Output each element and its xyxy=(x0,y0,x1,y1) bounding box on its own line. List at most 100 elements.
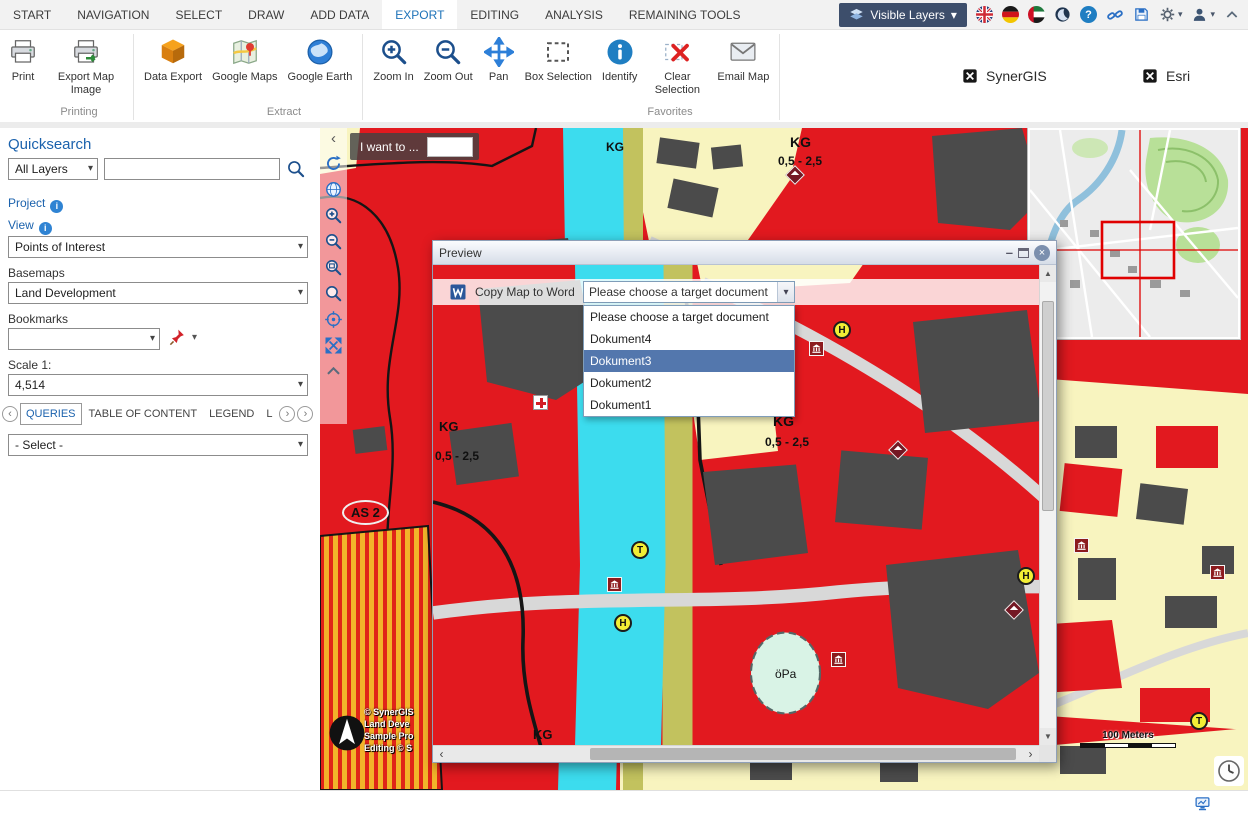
tab-truncated[interactable]: L xyxy=(261,404,277,424)
clear-selection-button[interactable]: Clear Selection xyxy=(642,34,712,98)
vertical-scroll-thumb[interactable] xyxy=(1042,301,1054,511)
share-link-icon[interactable] xyxy=(1106,6,1124,24)
tabs-scroll-right-button[interactable]: › xyxy=(279,406,295,422)
language-uk-flag-icon[interactable] xyxy=(976,6,993,23)
menu-draw[interactable]: DRAW xyxy=(235,0,297,29)
preview-horizontal-scrollbar[interactable]: ‹ › xyxy=(433,745,1039,762)
globe-projection-icon[interactable] xyxy=(323,178,345,200)
synergis-brand-link[interactable]: SynerGIS xyxy=(962,68,1047,84)
add-bookmark-pin-icon[interactable] xyxy=(168,328,187,347)
help-icon[interactable]: ? xyxy=(1080,6,1097,23)
zoom-out-tool-icon[interactable] xyxy=(323,230,345,252)
settings-gear-button[interactable]: ▾ xyxy=(1159,6,1183,23)
email-map-button[interactable]: Email Map xyxy=(712,34,774,86)
preview-dialog-titlebar[interactable]: Preview – × xyxy=(433,241,1056,265)
museum-icon xyxy=(809,341,824,356)
map-canvas[interactable]: KG KG 0,5 - 2,5 AS 2 T ‹ I want to ... xyxy=(320,128,1248,790)
language-german-flag-icon[interactable] xyxy=(1002,6,1019,23)
pan-button[interactable]: Pan xyxy=(478,34,520,86)
caret-down-icon: ▾ xyxy=(298,439,303,450)
zoom-box-tool-icon[interactable] xyxy=(323,256,345,278)
identify-button[interactable]: Identify xyxy=(597,34,642,86)
basemaps-select[interactable]: Land Development▾ xyxy=(8,282,308,304)
quicksearch-input[interactable] xyxy=(104,158,280,180)
previous-extent-tool-icon[interactable] xyxy=(323,282,345,304)
group-label-extract: Extract xyxy=(158,106,410,122)
scroll-up-arrow-icon[interactable]: ▲ xyxy=(1040,265,1056,282)
export-map-image-button[interactable]: Export Map Image xyxy=(44,34,128,98)
save-icon[interactable] xyxy=(1133,6,1150,23)
top-menubar: START NAVIGATION SELECT DRAW ADD DATA EX… xyxy=(0,0,1248,30)
user-account-button[interactable]: ▾ xyxy=(1191,6,1215,23)
tab-legend[interactable]: LEGEND xyxy=(204,404,259,424)
scalebar-segments xyxy=(1080,743,1176,748)
tab-queries[interactable]: QUERIES xyxy=(20,403,82,425)
search-icon[interactable] xyxy=(286,159,306,179)
preview-vertical-scrollbar[interactable]: ▲ ▼ xyxy=(1039,265,1056,745)
dropdown-option[interactable]: Dokument1 xyxy=(584,394,794,416)
scroll-right-arrow-icon[interactable]: › xyxy=(1022,746,1039,762)
minimize-button[interactable]: – xyxy=(1006,245,1013,260)
print-button[interactable]: Print xyxy=(2,34,44,86)
rotate-map-icon[interactable] xyxy=(323,152,345,174)
close-button[interactable]: × xyxy=(1034,245,1050,261)
scrollbar-corner xyxy=(1039,745,1056,762)
menu-navigation[interactable]: NAVIGATION xyxy=(64,0,162,29)
tab-table-of-content[interactable]: TABLE OF CONTENT xyxy=(84,404,203,424)
preview-map-canvas[interactable]: KG 0,5 - 2,5 H T H KG 0,5 - 2,5 H öPa KG… xyxy=(433,265,1039,745)
info-icon[interactable]: i xyxy=(50,200,63,213)
menu-start[interactable]: START xyxy=(0,0,64,29)
dropdown-option-highlighted[interactable]: Dokument3 xyxy=(584,350,794,372)
night-mode-moon-icon[interactable] xyxy=(1054,6,1071,23)
collapse-strip-chevron-up-icon[interactable] xyxy=(323,360,345,382)
project-label[interactable]: Projecti xyxy=(8,196,63,213)
query-select[interactable]: - Select -▾ xyxy=(8,434,308,456)
box-selection-button[interactable]: Box Selection xyxy=(520,34,597,86)
view-label[interactable]: Viewi xyxy=(8,218,52,235)
horizontal-scroll-thumb[interactable] xyxy=(590,748,1016,760)
layer-filter-select[interactable]: All Layers▾ xyxy=(8,158,98,180)
bookmarks-select[interactable]: ▾ xyxy=(8,328,160,350)
data-export-button[interactable]: Data Export xyxy=(139,34,207,86)
collapse-ribbon-chevron-icon[interactable] xyxy=(1224,7,1240,23)
zoom-out-button[interactable]: Zoom Out xyxy=(419,34,478,86)
menu-analysis[interactable]: ANALYSIS xyxy=(532,0,616,29)
dropdown-option[interactable]: Dokument4 xyxy=(584,328,794,350)
default-extent-target-icon[interactable] xyxy=(323,308,345,330)
google-maps-button[interactable]: Google Maps xyxy=(207,34,282,86)
tabs-overflow-button[interactable]: › xyxy=(297,406,313,422)
language-uae-flag-icon[interactable] xyxy=(1028,6,1045,23)
menu-export[interactable]: EXPORT xyxy=(382,0,457,29)
i-want-to-input[interactable] xyxy=(427,137,473,157)
menu-select[interactable]: SELECT xyxy=(162,0,235,29)
overview-map[interactable] xyxy=(1028,128,1240,339)
north-arrow-compass-icon[interactable] xyxy=(328,714,366,752)
zone-label: KG xyxy=(439,419,459,434)
i-want-to-button[interactable]: I want to ... xyxy=(350,133,479,160)
share-screen-icon[interactable] xyxy=(1194,795,1211,812)
info-icon[interactable]: i xyxy=(39,222,52,235)
copy-map-to-word-button[interactable]: Copy Map to Word xyxy=(475,285,575,299)
tabs-scroll-left-button[interactable]: ‹ xyxy=(2,406,18,422)
dropdown-option[interactable]: Please choose a target document xyxy=(584,306,794,328)
scroll-left-arrow-icon[interactable]: ‹ xyxy=(433,746,450,762)
bookmark-caret-down-icon[interactable]: ▾ xyxy=(192,332,197,343)
google-earth-button[interactable]: Google Earth xyxy=(283,34,358,86)
zoom-in-button[interactable]: Zoom In xyxy=(368,34,418,86)
time-slider-clock-icon[interactable] xyxy=(1214,756,1244,786)
basemaps-label: Basemaps xyxy=(8,266,65,280)
scroll-down-arrow-icon[interactable]: ▼ xyxy=(1040,728,1056,745)
zoom-in-tool-icon[interactable] xyxy=(323,204,345,226)
view-select[interactable]: Points of Interest▾ xyxy=(8,236,308,258)
menu-remaining-tools[interactable]: REMAINING TOOLS xyxy=(616,0,754,29)
full-extent-arrows-icon[interactable] xyxy=(323,334,345,356)
dropdown-option[interactable]: Dokument2 xyxy=(584,372,794,394)
collapse-panel-chevron-icon[interactable]: ‹ xyxy=(331,130,336,148)
restore-button[interactable] xyxy=(1018,248,1029,258)
scale-select[interactable]: 4,514▾ xyxy=(8,374,308,396)
esri-brand-link[interactable]: Esri xyxy=(1142,68,1190,84)
target-document-combobox[interactable]: Please choose a target document ▾ xyxy=(583,281,795,303)
menu-editing[interactable]: EDITING xyxy=(457,0,532,29)
visible-layers-button[interactable]: Visible Layers ▾ xyxy=(839,3,967,27)
menu-add-data[interactable]: ADD DATA xyxy=(297,0,382,29)
